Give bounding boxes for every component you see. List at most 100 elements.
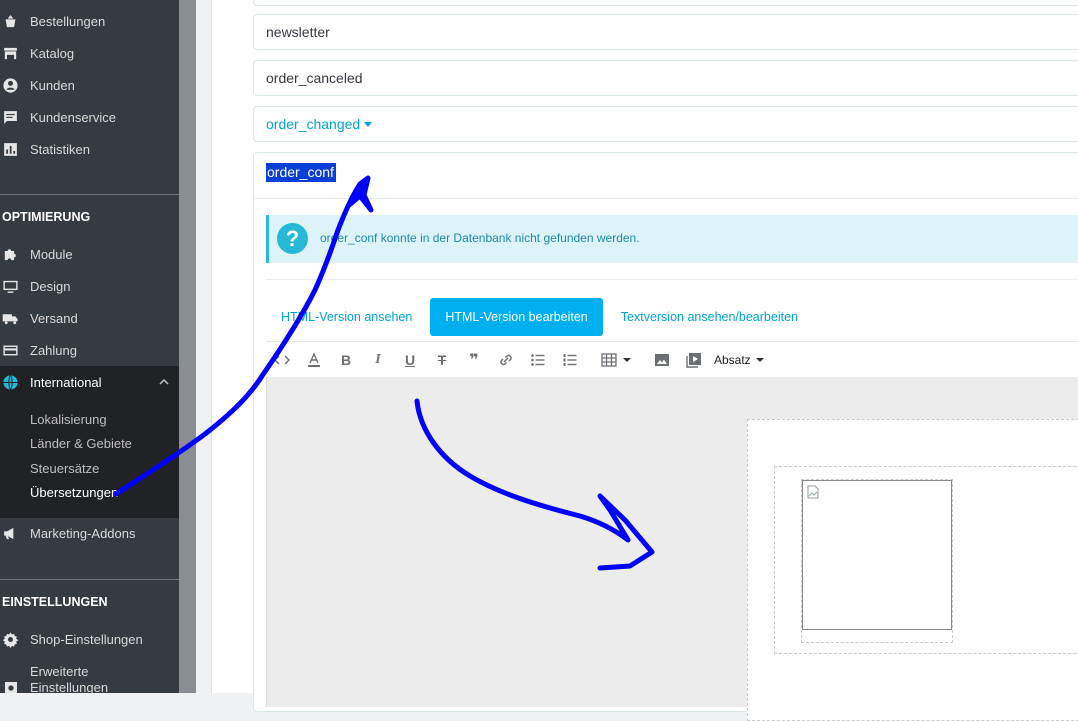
chevron-up-icon[interactable] — [157, 375, 171, 389]
sidebar-item-label: Design — [30, 278, 71, 294]
sidebar-item-label-line2: Einstellungen — [30, 680, 109, 693]
sidebar-item-label: Katalog — [30, 45, 75, 61]
text-color-icon — [308, 351, 320, 367]
sidebar-item-label: Marketing-Addons — [30, 525, 136, 541]
section-heading-optimierung: OPTIMIERUNG — [2, 210, 91, 224]
sidebar-item-design[interactable]: Design — [0, 273, 179, 299]
megaphone-icon — [0, 525, 30, 542]
chat-icon — [0, 109, 30, 126]
table-button[interactable] — [586, 346, 646, 374]
tab-text-edit[interactable]: Textversion ansehen/bearbeiten — [606, 298, 813, 336]
sidebar-subitem-uebersetzungen[interactable]: Übersetzungen — [30, 485, 118, 500]
user-circle-icon — [0, 77, 30, 94]
monitor-icon — [0, 278, 30, 295]
question-icon: ? — [277, 223, 308, 254]
sidebar: Bestellungen Katalog Kunden Kundenservic… — [0, 0, 179, 693]
puzzle-icon — [0, 246, 30, 263]
sidebar-item-bestellungen[interactable]: Bestellungen — [0, 8, 179, 34]
sidebar-item-label: Kundenservice — [30, 109, 116, 125]
template-row-order-changed[interactable]: order_changed — [253, 106, 1078, 142]
globe-icon — [0, 374, 30, 391]
sidebar-item-erweiterte-einstellungen[interactable]: Erweiterte Einstellungen — [30, 664, 108, 693]
version-tabs: HTML-Version ansehen HTML-Version bearbe… — [266, 297, 813, 337]
sidebar-item-kunden[interactable]: Kunden — [0, 72, 179, 98]
sidebar-item-katalog[interactable]: Katalog — [0, 40, 179, 66]
insert-image-button[interactable] — [646, 346, 678, 374]
media-icon — [686, 352, 701, 368]
alert-text: order_conf konnte in der Datenbank nicht… — [320, 231, 640, 245]
source-code-button[interactable] — [266, 346, 298, 374]
sidebar-scrollbar[interactable] — [179, 0, 196, 693]
template-panel-order-conf: order_conf ? order_conf konnte in der Da… — [253, 152, 1078, 721]
sidebar-item-international[interactable]: International — [0, 369, 179, 395]
italic-icon: I — [375, 351, 381, 367]
bold-button[interactable]: B — [330, 346, 362, 374]
numbered-list-button[interactable] — [554, 346, 586, 374]
section-heading-einstellungen: EINSTELLUNGEN — [2, 595, 108, 609]
store-icon — [0, 45, 30, 62]
email-preview-page — [747, 419, 1078, 721]
link-button[interactable] — [490, 346, 522, 374]
info-alert: ? order_conf konnte in der Datenbank nic… — [266, 215, 1078, 263]
bullet-list-button[interactable] — [522, 346, 554, 374]
editor-toolbar: B I U T ❞ Absatz — [266, 341, 1078, 378]
quote-icon: ❞ — [469, 351, 479, 369]
gear-icon — [0, 631, 30, 648]
strikethrough-icon: T — [437, 351, 447, 368]
sidebar-item-kundenservice[interactable]: Kundenservice — [0, 104, 179, 130]
template-row-order-canceled[interactable]: order_canceled — [253, 60, 1078, 96]
underline-button[interactable]: U — [394, 346, 426, 374]
sidebar-subitem-steuersaetze[interactable]: Steuersätze — [30, 461, 99, 476]
sidebar-item-label: Kunden — [30, 77, 75, 93]
sidebar-item-shop-einstellungen[interactable]: Shop-Einstellungen — [0, 626, 179, 652]
sidebar-item-statistiken[interactable]: Statistiken — [0, 136, 179, 162]
credit-card-icon — [0, 342, 30, 359]
divider — [266, 279, 1078, 280]
main-content: newsletter order_canceled order_changed … — [196, 0, 1078, 721]
template-name: order_canceled — [266, 70, 363, 86]
divider — [254, 198, 1078, 199]
blockquote-button[interactable]: ❞ — [458, 346, 490, 374]
template-row-partial — [253, 0, 1078, 6]
tab-html-view[interactable]: HTML-Version ansehen — [266, 298, 427, 336]
template-title-selected[interactable]: order_conf — [266, 163, 336, 182]
image-icon — [655, 353, 669, 366]
sidebar-subitem-lokalisierung[interactable]: Lokalisierung — [30, 412, 107, 427]
format-select[interactable]: Absatz — [714, 353, 764, 367]
sidebar-item-label: Erweiterte — [30, 664, 89, 679]
sidebar-divider — [0, 194, 179, 195]
caret-down-icon — [364, 121, 373, 127]
italic-button[interactable]: I — [362, 346, 394, 374]
broken-image[interactable] — [802, 480, 952, 630]
link-icon — [500, 354, 512, 365]
wysiwyg-editor-area[interactable] — [266, 377, 1078, 721]
sidebar-subitem-laender[interactable]: Länder & Gebiete — [30, 436, 132, 451]
template-row-newsletter[interactable]: newsletter — [253, 14, 1078, 50]
caret-down-icon — [755, 357, 764, 362]
sidebar-item-label: Shop-Einstellungen — [30, 631, 143, 647]
basket-icon — [0, 13, 30, 30]
image-cell — [801, 479, 953, 643]
sidebar-item-versand[interactable]: Versand — [0, 305, 179, 331]
code-icon — [274, 354, 290, 365]
sidebar-item-label: Versand — [30, 310, 78, 326]
format-select-value: Absatz — [714, 352, 751, 367]
text-color-button[interactable] — [298, 346, 330, 374]
table-icon — [601, 352, 617, 367]
chart-icon — [0, 141, 30, 158]
settings-advanced-icon — [3, 680, 19, 693]
content-table-frame — [774, 466, 1078, 654]
template-name: order_changed — [266, 116, 361, 132]
tab-html-edit[interactable]: HTML-Version bearbeiten — [430, 298, 603, 336]
insert-media-button[interactable] — [678, 346, 710, 374]
sidebar-item-label: International — [30, 374, 102, 390]
numbered-list-icon — [563, 353, 577, 366]
sidebar-item-marketing[interactable]: Marketing-Addons — [0, 520, 179, 546]
sidebar-item-zahlung[interactable]: Zahlung — [0, 337, 179, 363]
content-panel: newsletter order_canceled order_changed … — [211, 0, 1078, 721]
sidebar-item-module[interactable]: Module — [0, 241, 179, 267]
template-name: newsletter — [266, 24, 330, 40]
underline-icon: U — [404, 351, 416, 368]
sidebar-divider — [0, 579, 179, 580]
strikethrough-button[interactable]: T — [426, 346, 458, 374]
